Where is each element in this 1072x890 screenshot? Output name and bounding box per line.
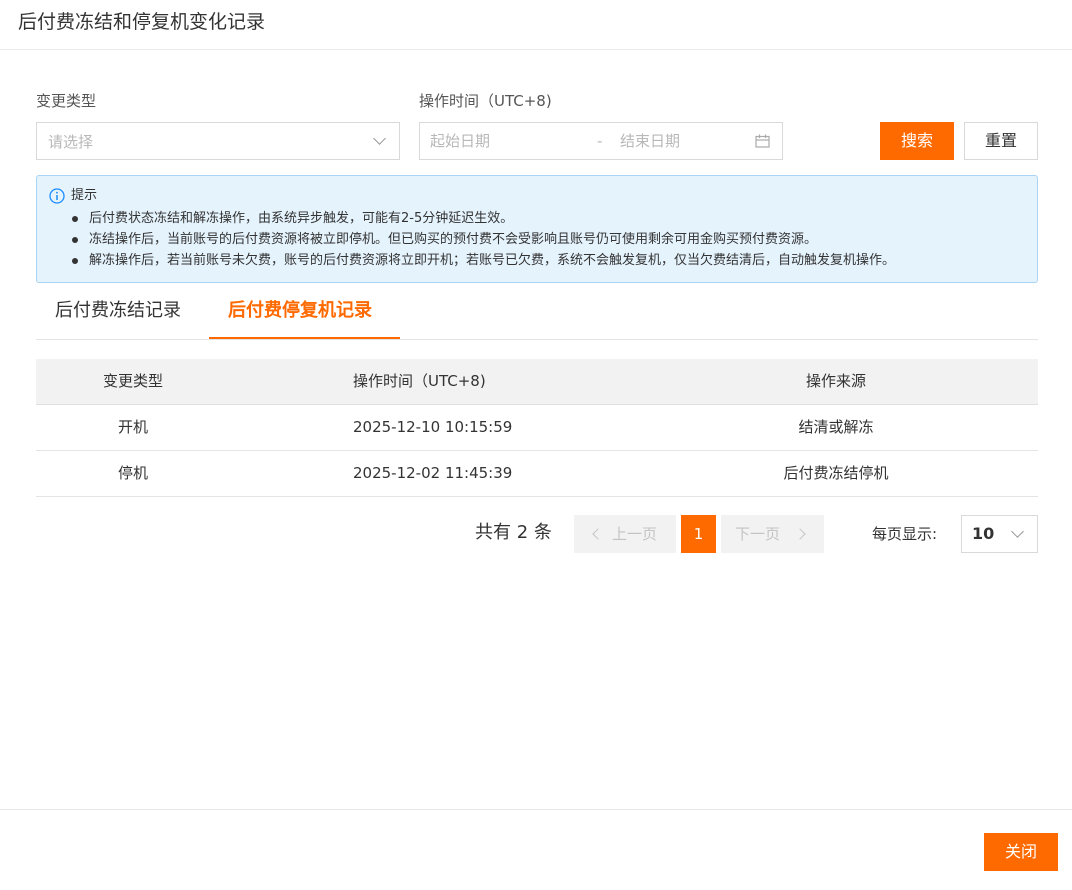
cell-op-source: 结清或解冻 bbox=[798, 418, 874, 436]
cell-change-type: 开机 bbox=[117, 418, 148, 436]
search-button[interactable]: 搜索 bbox=[880, 122, 954, 160]
tab-stop-resume-records[interactable]: 后付费停复机记录 bbox=[228, 298, 372, 324]
notice-item: 解冻操作后，若当前账号未欠费，账号的后付费资源将立即开机；若账号已欠费，系统不会… bbox=[71, 250, 895, 271]
cell-op-time: 2025-12-10 10:15:59 bbox=[353, 418, 513, 436]
total-count: 共有 2 条 bbox=[475, 522, 552, 543]
chevron-down-icon bbox=[373, 132, 386, 145]
header-change-type: 变更类型 bbox=[102, 372, 163, 390]
footer-divider bbox=[0, 809, 1072, 810]
table-row: 停机 2025-12-02 11:45:39 后付费冻结停机 bbox=[36, 451, 1038, 497]
chevron-left-icon bbox=[592, 528, 604, 540]
cell-change-type: 停机 bbox=[117, 464, 148, 482]
cell-op-time: 2025-12-02 11:45:39 bbox=[353, 464, 513, 482]
prev-page-label: 上一页 bbox=[612, 525, 658, 543]
records-table: 变更类型 操作时间（UTC+8) 操作来源 开机 2025-12-10 10:1… bbox=[36, 359, 1038, 497]
per-page-label: 每页显示: bbox=[872, 525, 938, 543]
notice-list: 后付费状态冻结和解冻操作，由系统异步触发，可能有2-5分钟延迟生效。 冻结操作后… bbox=[71, 208, 895, 271]
per-page-value: 10 bbox=[972, 524, 995, 543]
notice-item: 后付费状态冻结和解冻操作，由系统异步触发，可能有2-5分钟延迟生效。 bbox=[71, 208, 895, 229]
change-type-label: 变更类型 bbox=[36, 92, 97, 110]
table-header: 变更类型 操作时间（UTC+8) 操作来源 bbox=[36, 359, 1038, 405]
table-row: 开机 2025-12-10 10:15:59 结清或解冻 bbox=[36, 405, 1038, 451]
info-icon bbox=[49, 188, 65, 204]
next-page-button[interactable]: 下一页 bbox=[721, 515, 824, 553]
calendar-icon bbox=[755, 134, 770, 148]
change-type-select[interactable]: 请选择 bbox=[36, 122, 400, 160]
active-tab-indicator bbox=[209, 337, 400, 339]
op-time-label: 操作时间（UTC+8) bbox=[419, 92, 552, 110]
end-date-input[interactable]: 结束日期 bbox=[620, 131, 680, 151]
change-type-placeholder: 请选择 bbox=[48, 133, 94, 151]
date-separator: - bbox=[597, 132, 603, 150]
header-op-source: 操作来源 bbox=[805, 372, 866, 390]
next-page-label: 下一页 bbox=[735, 525, 781, 543]
close-button[interactable]: 关闭 bbox=[984, 833, 1058, 871]
start-date-input[interactable]: 起始日期 bbox=[430, 131, 490, 151]
chevron-down-icon bbox=[1011, 525, 1024, 538]
header-op-time: 操作时间（UTC+8) bbox=[353, 372, 486, 390]
dialog-title: 后付费冻结和停复机变化记录 bbox=[18, 11, 266, 33]
prev-page-button[interactable]: 上一页 bbox=[574, 515, 676, 553]
notice-title: 提示 bbox=[71, 188, 98, 203]
dialog-header: 后付费冻结和停复机变化记录 bbox=[0, 0, 1072, 50]
date-range-picker[interactable]: 起始日期 - 结束日期 bbox=[419, 122, 783, 160]
per-page-select[interactable]: 10 bbox=[961, 515, 1038, 553]
chevron-right-icon bbox=[794, 528, 806, 540]
reset-button[interactable]: 重置 bbox=[964, 122, 1038, 160]
tab-freeze-records[interactable]: 后付费冻结记录 bbox=[55, 298, 181, 324]
notice-item: 冻结操作后，当前账号的后付费资源将被立即停机。但已购买的预付费不会受影响且账号仍… bbox=[71, 229, 895, 250]
record-tabs: 后付费冻结记录 后付费停复机记录 bbox=[36, 290, 1038, 340]
notice-box: 提示 后付费状态冻结和解冻操作，由系统异步触发，可能有2-5分钟延迟生效。 冻结… bbox=[36, 175, 1038, 283]
cell-op-source: 后付费冻结停机 bbox=[783, 464, 889, 482]
page-1-button[interactable]: 1 bbox=[681, 515, 716, 553]
